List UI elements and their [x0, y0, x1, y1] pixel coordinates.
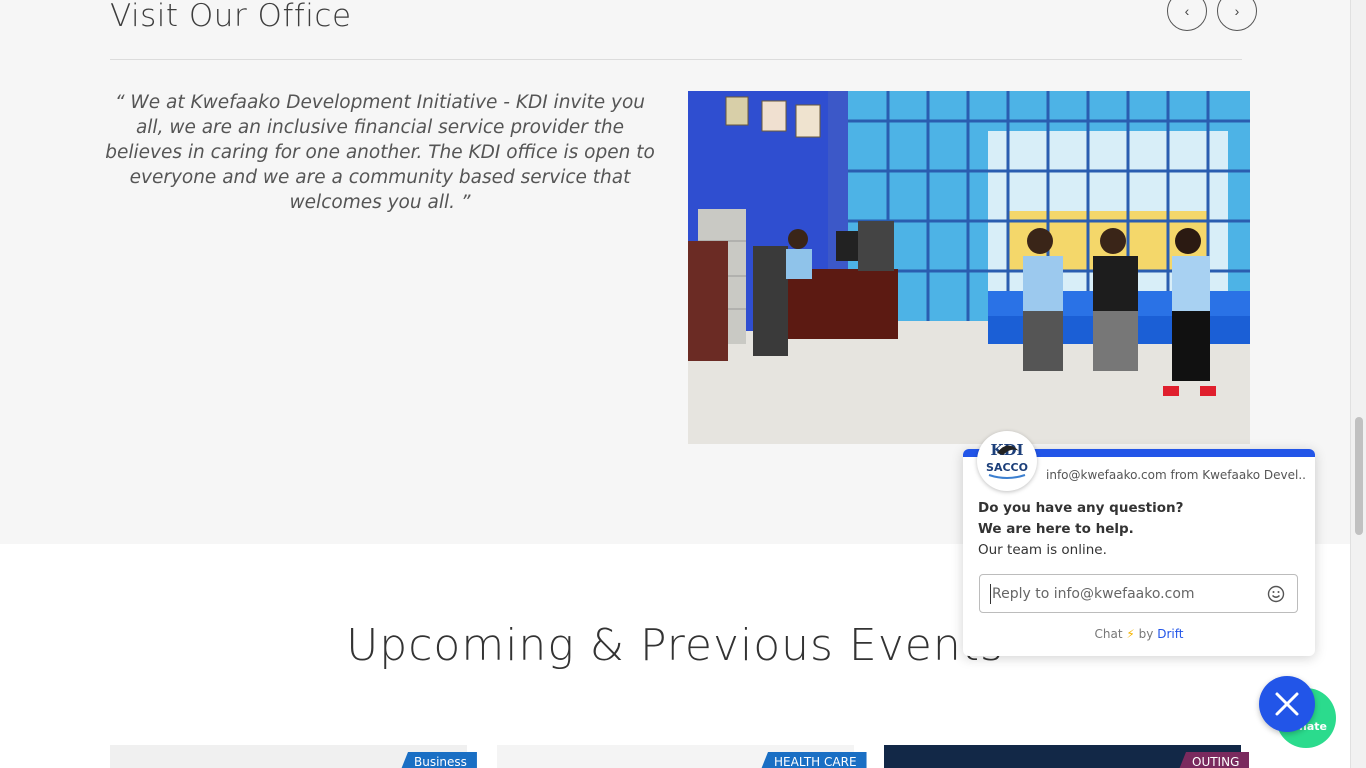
office-photo-image [688, 91, 1250, 444]
avatar: KDI SACCO [977, 431, 1037, 491]
kdi-sacco-logo: KDI SACCO [980, 434, 1034, 488]
chat-message-help: We are here to help. [978, 521, 1134, 537]
scrollbar-thumb[interactable] [1355, 417, 1363, 535]
drift-link[interactable]: Drift [1157, 627, 1183, 641]
office-title: Visit Our Office [110, 0, 352, 34]
chat-reply-input[interactable] [990, 584, 1250, 604]
page-scrollbar[interactable] [1350, 0, 1366, 768]
logo-text: SACCO [986, 461, 1028, 474]
chat-message-status: Our team is online. [978, 542, 1107, 558]
chat-footer-label: Chat [1094, 627, 1123, 641]
event-category-tag[interactable]: HEALTH CARE [760, 752, 867, 768]
chat-footer-by: by [1138, 627, 1154, 641]
bolt-icon: ⚡ [1126, 627, 1135, 641]
chat-widget: KDI SACCO info@kwefaako.com from Kwefaak… [963, 431, 1315, 656]
emoji-icon[interactable] [1266, 584, 1286, 604]
chat-close-button[interactable] [1259, 676, 1315, 732]
chat-message-question: Do you have any question? [978, 500, 1184, 516]
chat-reply-box[interactable] [979, 574, 1298, 613]
chevron-right-icon: › [1234, 3, 1240, 19]
office-photo [688, 91, 1250, 444]
event-category-tag[interactable]: Business [400, 752, 477, 768]
carousel-prev-button[interactable]: ‹ [1167, 0, 1207, 31]
office-quote: “ We at Kwefaako Development Initiative … [105, 92, 655, 213]
close-icon [1275, 692, 1299, 716]
event-category-tag[interactable]: OUTING [1178, 752, 1250, 768]
chat-footer: Chat ⚡ by Drift [963, 627, 1315, 641]
chevron-left-icon: ‹ [1184, 3, 1190, 19]
divider [110, 59, 1242, 60]
chat-sender: info@kwefaako.com from Kwefaako Devel... [1046, 468, 1306, 482]
carousel-next-button[interactable]: › [1217, 0, 1257, 31]
